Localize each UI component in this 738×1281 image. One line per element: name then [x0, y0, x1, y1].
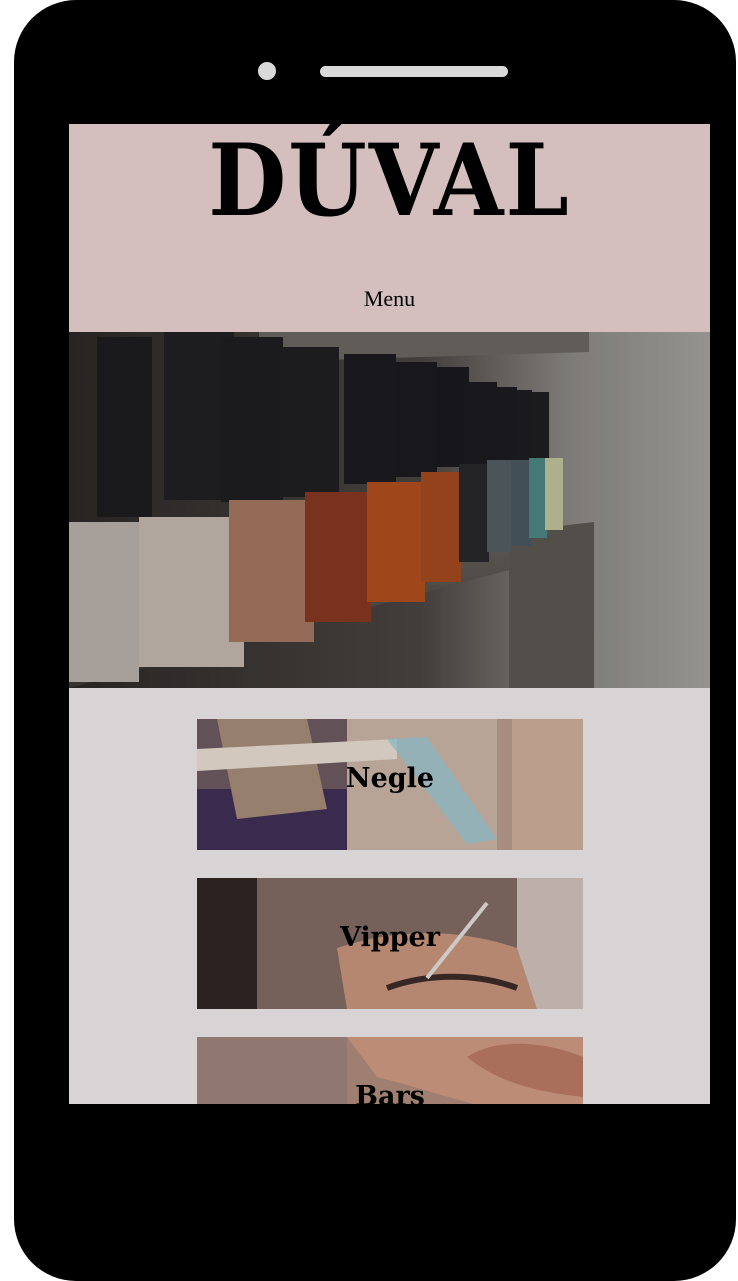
service-card-vipper[interactable]: Vipper — [197, 878, 583, 1009]
service-label: Vipper — [340, 922, 440, 953]
screen[interactable]: DÚVAL Menu Negle Vipper Bars — [69, 124, 710, 1104]
phone-frame: DÚVAL Menu Negle Vipper Bars — [14, 0, 736, 1281]
service-label: Bars — [355, 1081, 425, 1104]
site-header: DÚVAL Menu — [69, 124, 710, 332]
menu-button[interactable]: Menu — [69, 286, 710, 312]
speaker-grille — [320, 66, 508, 77]
service-card-bars[interactable]: Bars — [197, 1037, 583, 1104]
front-camera — [258, 62, 276, 80]
nail-polish-shelf-illustration — [69, 332, 710, 688]
service-card-negle[interactable]: Negle — [197, 719, 583, 850]
service-label: Negle — [345, 763, 435, 794]
hero-image — [69, 332, 710, 688]
brand-logo[interactable]: DÚVAL — [69, 127, 710, 236]
